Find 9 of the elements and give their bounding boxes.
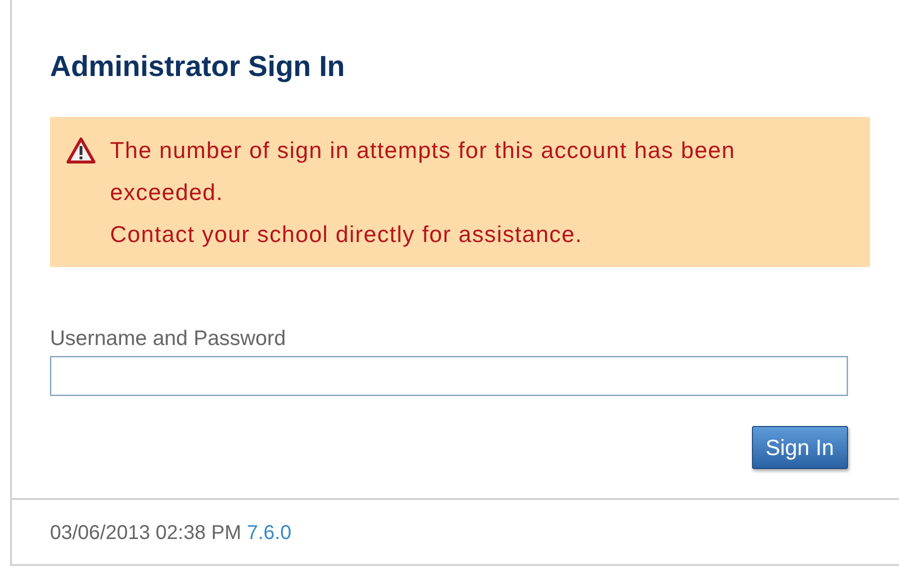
field-label: Username and Password bbox=[50, 326, 287, 352]
alert-message: Contact your school directly for assistance. bbox=[110, 220, 584, 249]
timestamp: 03/06/2013 02:38 PM bbox=[50, 522, 242, 544]
sign-in-button[interactable]: Sign In bbox=[752, 426, 848, 470]
warning-icon bbox=[66, 136, 96, 164]
version-link[interactable]: 7.6.0 bbox=[246, 522, 292, 544]
page-title: Administrator Sign In bbox=[50, 50, 346, 85]
username-password-field[interactable] bbox=[50, 356, 848, 396]
alert-message: The number of sign in attempts for this account has been exceeded. bbox=[110, 136, 736, 207]
